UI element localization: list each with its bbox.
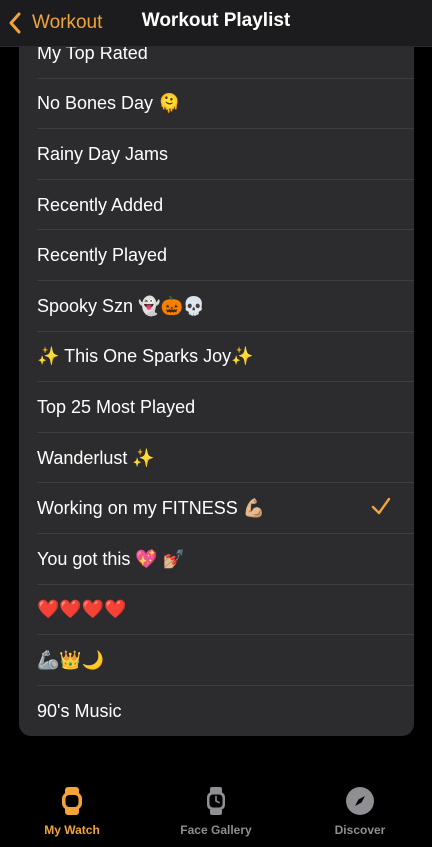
playlist-label: ✨ This One Sparks Joy✨: [37, 346, 254, 367]
tab-label: Discover: [334, 823, 386, 837]
list-item[interactable]: Recently Added: [19, 180, 414, 231]
list-item[interactable]: ❤️❤️❤️❤️: [19, 585, 414, 636]
tab-face-gallery[interactable]: Face Gallery: [156, 785, 276, 837]
playlist-label: You got this 💖 💅🏼: [37, 548, 186, 569]
tab-label: My Watch: [44, 823, 100, 837]
playlist-label: Working on my FITNESS 💪🏼: [37, 498, 266, 519]
list-item-selected[interactable]: Working on my FITNESS 💪🏼: [19, 483, 414, 534]
tab-label: Face Gallery: [180, 823, 252, 837]
tab-my-watch[interactable]: My Watch: [12, 785, 132, 837]
page-title: Workout Playlist: [141, 10, 291, 31]
playlist-label: Wanderlust ✨: [37, 447, 155, 468]
playlist-list: My Top Rated No Bones Day 🫠 Rainy Day Ja…: [19, 28, 414, 736]
tab-bar: My Watch Face Gallery Discover: [0, 765, 432, 847]
playlist-label: ❤️❤️❤️❤️: [37, 599, 127, 620]
list-item[interactable]: Spooky Szn 👻🎃💀: [19, 281, 414, 332]
list-item[interactable]: ✨ This One Sparks Joy✨: [19, 332, 414, 383]
playlist-label: Recently Played: [37, 245, 168, 266]
watch-face-icon: [207, 787, 225, 815]
playlist-label: Spooky Szn 👻🎃💀: [37, 295, 206, 316]
playlist-label: Top 25 Most Played: [37, 396, 196, 417]
list-item[interactable]: You got this 💖 💅🏼: [19, 534, 414, 585]
playlist-label: No Bones Day 🫠: [37, 93, 181, 114]
compass-icon: [346, 787, 374, 815]
list-item[interactable]: Rainy Day Jams: [19, 129, 414, 180]
tab-discover[interactable]: Discover: [300, 785, 420, 837]
checkmark-icon: [371, 498, 391, 515]
list-item[interactable]: Recently Played: [19, 230, 414, 281]
navigation-bar: Workout Workout Playlist: [0, 0, 432, 47]
list-item[interactable]: 90's Music: [19, 686, 414, 736]
playlist-label: Recently Added: [37, 194, 164, 215]
playlist-label: 🦾👑🌙: [37, 649, 105, 670]
list-item[interactable]: 🦾👑🌙: [19, 635, 414, 686]
list-item[interactable]: No Bones Day 🫠: [19, 79, 414, 130]
playlist-label: Rainy Day Jams: [37, 143, 169, 164]
list-item[interactable]: Top 25 Most Played: [19, 382, 414, 433]
playlist-label: 90's Music: [37, 700, 122, 721]
list-item[interactable]: Wanderlust ✨: [19, 433, 414, 484]
watch-icon: [62, 787, 82, 815]
